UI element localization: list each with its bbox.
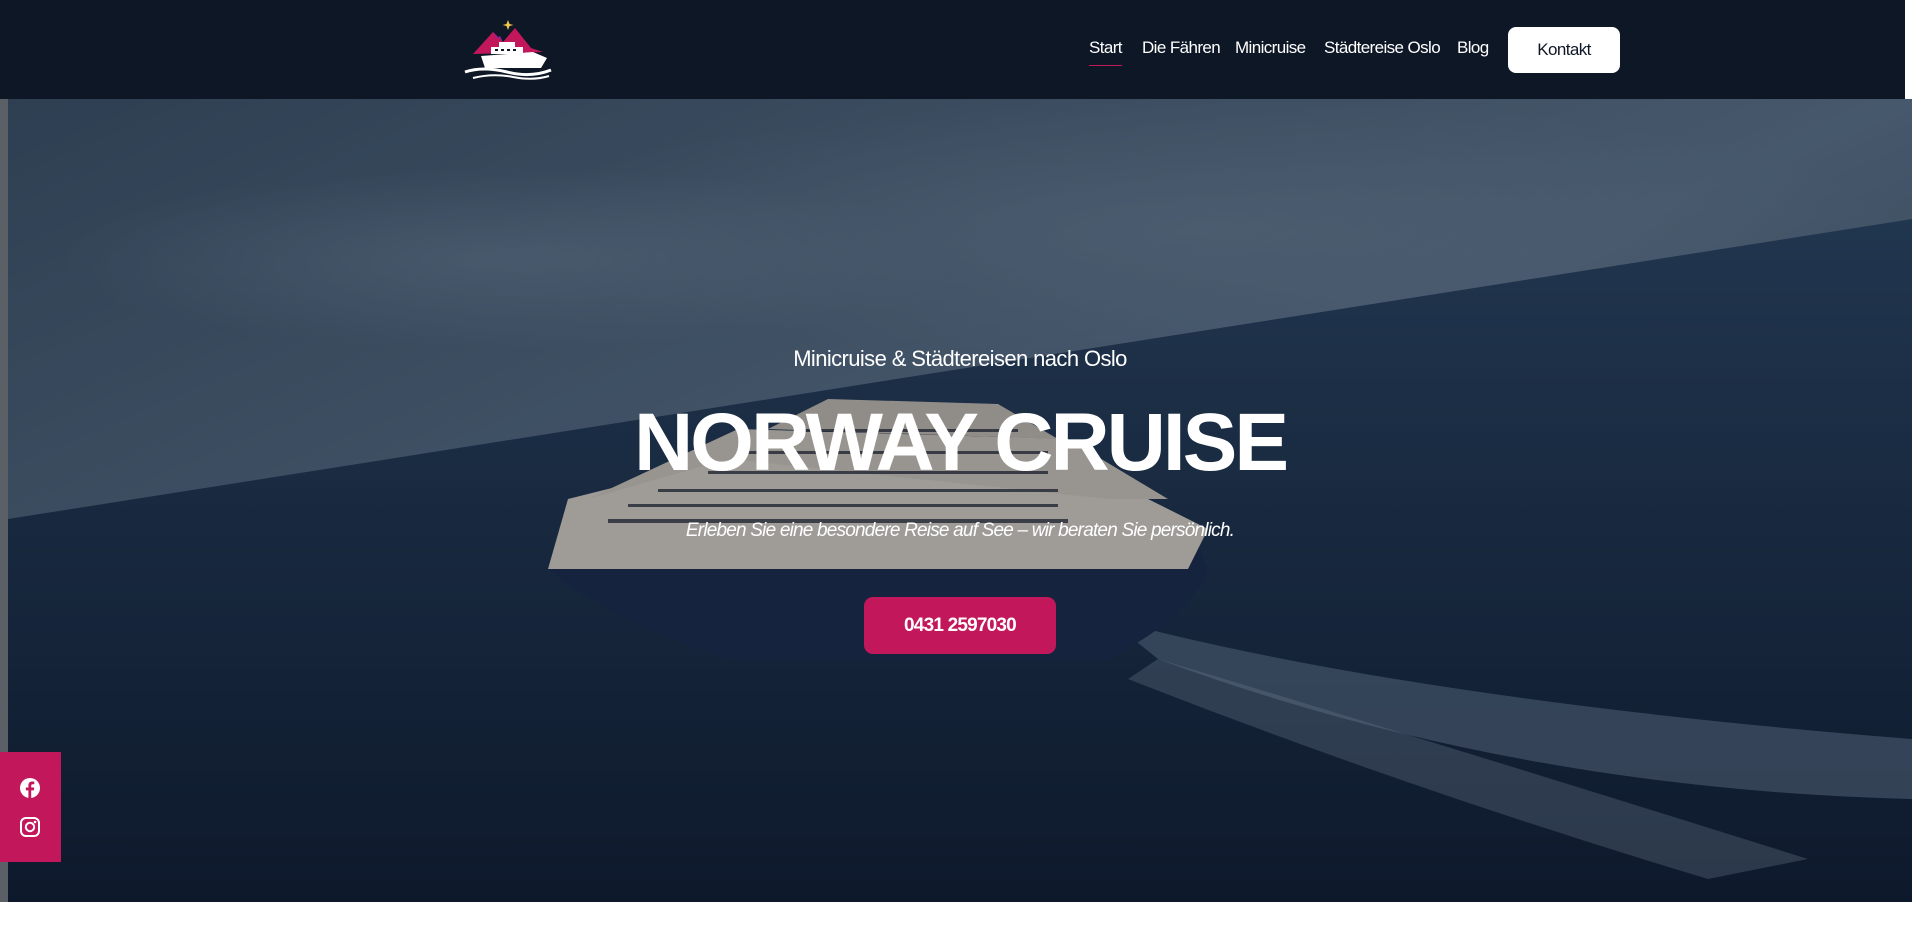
hero-tagline: Erleben Sie eine besondere Reise auf See… <box>685 520 1235 541</box>
nav-blog[interactable]: Blog <box>1457 38 1489 58</box>
hero-kicker: Minicruise & Städtereisen nach Oslo <box>793 346 1127 371</box>
site-header: Start Die Fähren Minicruise Städtereise … <box>0 0 1905 99</box>
scrollbar-gutter <box>1905 0 1920 99</box>
contact-button[interactable]: Kontakt <box>1508 27 1620 73</box>
facebook-icon[interactable] <box>19 777 41 799</box>
ship-mountain-logo[interactable] <box>463 18 553 80</box>
hero-title: NORWAY CRUISE <box>633 397 1289 488</box>
nav-start[interactable]: Start <box>1089 38 1123 66</box>
nav-staedtereise-oslo[interactable]: Städtereise Oslo <box>1324 38 1441 58</box>
nav-minicruise[interactable]: Minicruise <box>1235 38 1306 58</box>
phone-call-button[interactable]: 0431 2597030 <box>864 597 1056 654</box>
nav-die-faehren[interactable]: Die Fähren <box>1142 38 1221 58</box>
hero-section: Minicruise & Städtereisen nach Oslo NORW… <box>0 99 1920 902</box>
hero-overlay <box>8 99 1912 902</box>
instagram-icon[interactable] <box>19 816 41 838</box>
social-sidebar <box>0 752 61 862</box>
